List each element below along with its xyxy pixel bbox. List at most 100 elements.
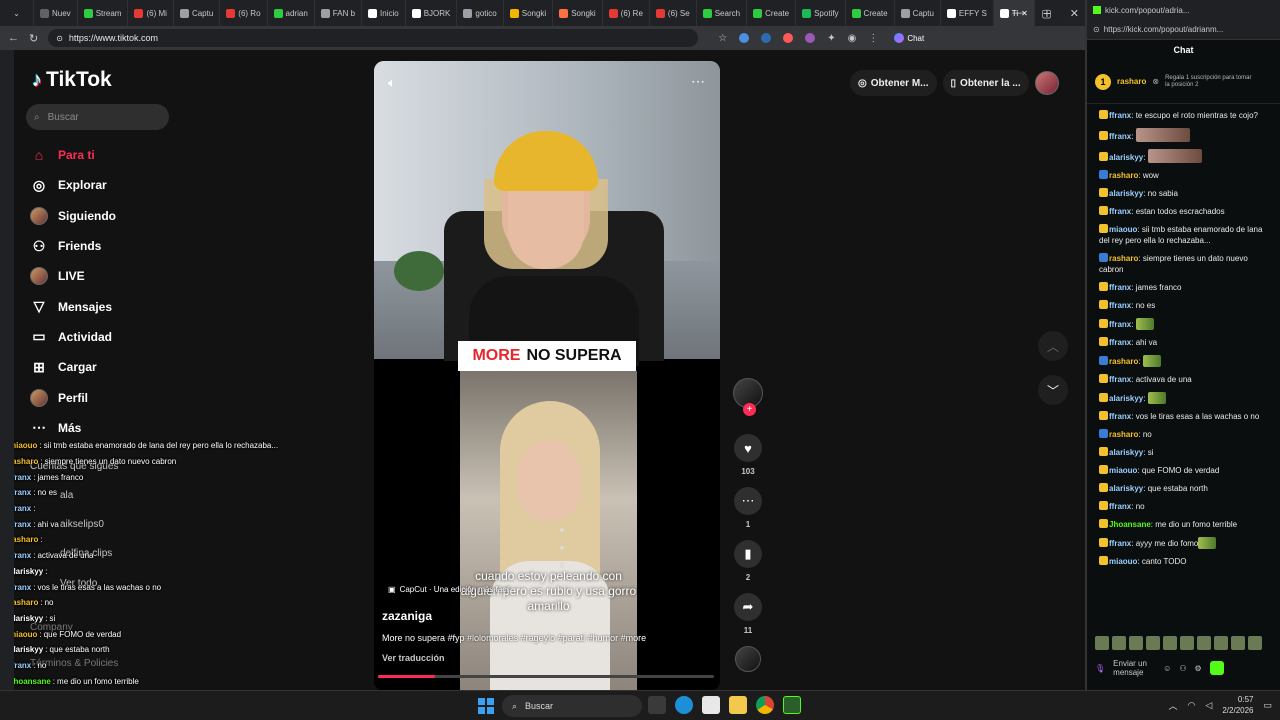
- profile-avatar[interactable]: [1034, 71, 1059, 95]
- kick-address-bar[interactable]: ⊙ https://kick.com/popout/adrianm...: [1087, 20, 1280, 40]
- follow-plus-icon[interactable]: +: [743, 403, 756, 416]
- more-options-icon[interactable]: ⋯: [691, 73, 706, 90]
- search-input[interactable]: ⌕ Buscar: [26, 104, 169, 130]
- chat-username[interactable]: ffranx: [1109, 412, 1131, 421]
- chat-username[interactable]: ffranx: [1109, 320, 1131, 329]
- chat-username[interactable]: alariskyy: [1109, 189, 1143, 198]
- browser-tab[interactable]: Spotify: [796, 0, 846, 26]
- emote-icon[interactable]: [1146, 636, 1160, 650]
- browser-tab[interactable]: Songki: [553, 0, 603, 26]
- capcut-tag[interactable]: ▣ CapCut · Una edición más fácil: [388, 585, 510, 594]
- browser-tab[interactable]: Inicio: [362, 0, 406, 26]
- emote-icon[interactable]: [1248, 636, 1262, 650]
- profile-icon[interactable]: ◉: [848, 33, 857, 44]
- maximize-icon[interactable]: ▢: [1041, 7, 1051, 20]
- extension-icon[interactable]: [761, 33, 772, 43]
- chat-username[interactable]: miaouo: [1109, 557, 1137, 566]
- browser-tab[interactable]: BJORK: [406, 0, 458, 26]
- chat-username[interactable]: ffranx: [1109, 283, 1131, 292]
- emote-icon[interactable]: [1197, 636, 1211, 650]
- wifi-icon[interactable]: ◠: [1188, 700, 1196, 711]
- emote-icon[interactable]: [1163, 636, 1177, 650]
- emote-icon[interactable]: [1129, 636, 1143, 650]
- share-button[interactable]: ➦: [734, 593, 762, 621]
- browser-tab[interactable]: (6) Se: [650, 0, 697, 26]
- sidebar-item-friends[interactable]: ⚇ Friends: [30, 231, 200, 261]
- puzzle-icon[interactable]: ✦: [827, 33, 835, 44]
- chat-username[interactable]: ffranx: [1109, 207, 1131, 216]
- store-icon[interactable]: [702, 696, 720, 714]
- emote-icon[interactable]: [1214, 636, 1228, 650]
- volume-icon[interactable]: ◁: [1205, 700, 1212, 711]
- bookmark-star-icon[interactable]: ☆: [718, 33, 727, 44]
- browser-tab[interactable]: Stream: [78, 0, 129, 26]
- chat-username[interactable]: ffranx: [1109, 111, 1131, 120]
- get-app-button[interactable]: ▯ Obtener la ...: [942, 70, 1029, 96]
- task-view-icon[interactable]: [648, 696, 666, 714]
- chat-username[interactable]: ffranx: [1109, 338, 1131, 347]
- site-info-icon[interactable]: ⊙: [56, 34, 63, 43]
- emote-icon[interactable]: [1231, 636, 1245, 650]
- send-button[interactable]: [1209, 661, 1224, 675]
- comment-button[interactable]: ⋯: [734, 487, 762, 515]
- browser-tab[interactable]: Captu: [174, 0, 221, 26]
- translate-link[interactable]: Ver traducción: [382, 653, 445, 663]
- get-coins-button[interactable]: ◎ Obtener M...: [850, 70, 937, 96]
- sidebar-item-mensajes[interactable]: ▽ Mensajes: [30, 291, 200, 321]
- chat-username[interactable]: rasharo: [1109, 171, 1138, 180]
- browser-tab[interactable]: Songki: [504, 0, 554, 26]
- sidebar-item-para-ti[interactable]: ⌂ Para ti: [30, 140, 200, 170]
- browser-tab[interactable]: (6) Mi: [128, 0, 174, 26]
- clock[interactable]: 0:57 2/2/2026: [1222, 694, 1253, 716]
- start-button[interactable]: [478, 698, 494, 714]
- extension-icon[interactable]: [783, 33, 794, 43]
- creator-avatar[interactable]: +: [733, 378, 763, 416]
- chat-username[interactable]: alariskyy: [1109, 484, 1143, 493]
- emote-icon[interactable]: [1180, 636, 1194, 650]
- emoji-icon[interactable]: ☺: [1163, 664, 1171, 673]
- browser-tab[interactable]: Nuev: [34, 0, 78, 26]
- sidebar-item-siguiendo[interactable]: Siguiendo: [30, 201, 200, 231]
- folder-icon[interactable]: [729, 696, 747, 714]
- chat-username[interactable]: Jhoansane: [1109, 520, 1151, 529]
- tiktok-logo[interactable]: ♪ TikTok: [32, 68, 112, 92]
- sidebar-item-actividad[interactable]: ▭ Actividad: [30, 322, 200, 352]
- taskbar-search[interactable]: ⌕ Buscar: [502, 695, 642, 717]
- previous-video-button[interactable]: ︿: [1038, 331, 1068, 361]
- save-button[interactable]: ▮: [734, 540, 762, 568]
- chat-username[interactable]: ffranx: [1109, 301, 1131, 310]
- menu-icon[interactable]: ⋮: [868, 33, 878, 44]
- edge-icon[interactable]: [675, 696, 693, 714]
- browser-tab[interactable]: EFFY S: [941, 0, 994, 26]
- browser-tab[interactable]: adrian: [268, 0, 315, 26]
- volume-icon[interactable]: 🔈︎: [388, 75, 396, 91]
- video-player[interactable]: cuando estoy peleando con alguien pero e…: [374, 61, 720, 690]
- chat-username[interactable]: ffranx: [1109, 375, 1131, 384]
- sidebar-item-cargar[interactable]: ⊞ Cargar: [30, 352, 200, 382]
- browser-tab[interactable]: (6) Re: [603, 0, 650, 26]
- notification-icon[interactable]: ▭: [1263, 700, 1272, 711]
- users-icon[interactable]: ⚇: [1179, 664, 1186, 673]
- extension-icon[interactable]: [805, 33, 816, 43]
- close-icon[interactable]: ✕: [1070, 7, 1079, 20]
- video-progress-bar[interactable]: [378, 675, 714, 678]
- chat-username[interactable]: alariskyy: [1109, 448, 1143, 457]
- browser-tab[interactable]: FAN b: [315, 0, 363, 26]
- chrome-icon[interactable]: [756, 696, 774, 714]
- chat-username[interactable]: alariskyy: [1109, 394, 1143, 403]
- sidebar-item-perfil[interactable]: Perfil: [30, 382, 200, 412]
- browser-tab[interactable]: (6) Ro: [220, 0, 268, 26]
- extension-icon[interactable]: [739, 33, 750, 43]
- browser-tab[interactable]: Captu: [895, 0, 941, 26]
- emote-icon[interactable]: [1112, 636, 1126, 650]
- chat-username[interactable]: ffranx: [1109, 132, 1131, 141]
- chat-username[interactable]: miaouo: [1109, 225, 1137, 234]
- chat-input[interactable]: 🎙︎ Enviar un mensaje ☺ ⚇ ⚙: [1095, 656, 1275, 680]
- like-button[interactable]: ♥: [734, 434, 762, 462]
- browser-tab[interactable]: Search: [697, 0, 748, 26]
- mic-icon[interactable]: 🎙︎: [1095, 664, 1105, 673]
- chat-username[interactable]: ffranx: [1109, 539, 1131, 548]
- chat-username[interactable]: rasharo: [1109, 357, 1138, 366]
- sound-disc[interactable]: [735, 646, 761, 672]
- obs-icon[interactable]: [783, 696, 801, 714]
